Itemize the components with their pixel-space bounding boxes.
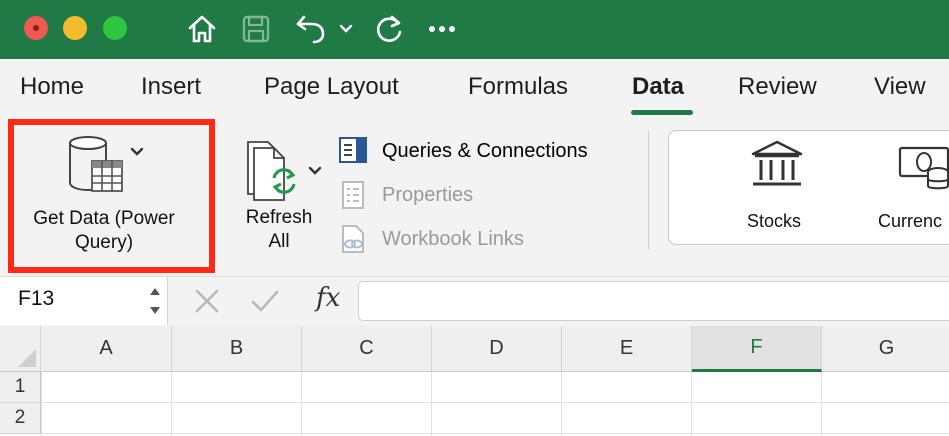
save-icon[interactable]: [238, 10, 274, 48]
fx-label: fx: [316, 283, 341, 313]
properties-icon: [338, 180, 368, 210]
undo-dropdown-chevron-down-icon[interactable]: [336, 10, 356, 48]
title-bar: [0, 0, 949, 59]
column-header-e[interactable]: E: [562, 326, 692, 372]
column-header-c[interactable]: C: [302, 326, 432, 372]
tab-view[interactable]: View: [874, 73, 926, 101]
worksheet-grid: A B C D E F G 1 2: [0, 326, 949, 436]
column-header-b[interactable]: B: [172, 326, 302, 372]
column-header-f[interactable]: F: [692, 326, 822, 372]
tab-review[interactable]: Review: [738, 73, 817, 101]
queries-pane-icon: [338, 136, 368, 166]
redo-icon[interactable]: [370, 10, 408, 48]
name-box-stepper-icon[interactable]: [148, 283, 162, 324]
window-close-button[interactable]: [24, 16, 48, 40]
undo-icon[interactable]: [292, 10, 330, 48]
name-box[interactable]: F13: [0, 277, 168, 325]
cells-area[interactable]: [41, 372, 949, 436]
window-minimize-button[interactable]: [63, 16, 87, 40]
name-box-value: F13: [18, 287, 55, 310]
workbook-links-label: Workbook Links: [382, 227, 524, 250]
queries-connections-label: Queries & Connections: [382, 139, 588, 162]
get-data-highlight-box: [8, 119, 215, 273]
tab-home[interactable]: Home: [20, 73, 84, 101]
currencies-button[interactable]: Currenc: [868, 138, 949, 238]
properties-button[interactable]: Properties: [338, 180, 473, 210]
bank-icon: [749, 138, 805, 195]
ribbon-tab-bar: Home Insert Page Layout Formulas Data Re…: [0, 59, 949, 117]
tab-insert[interactable]: Insert: [141, 73, 201, 101]
refresh-all-icon: [244, 138, 328, 211]
refresh-label-line2: All: [268, 231, 290, 252]
column-header-a[interactable]: A: [41, 326, 172, 372]
select-all-corner[interactable]: [0, 326, 41, 372]
stocks-label: Stocks: [747, 211, 802, 231]
ribbon-group-separator: [648, 130, 649, 250]
active-tab-indicator: [631, 110, 693, 115]
more-options-icon[interactable]: [424, 10, 460, 48]
formula-bar: F13 fx: [0, 276, 949, 326]
column-header-d[interactable]: D: [432, 326, 562, 372]
window-maximize-button[interactable]: [103, 16, 127, 40]
confirm-entry-icon[interactable]: [250, 288, 280, 319]
formula-input[interactable]: [358, 281, 949, 321]
refresh-label-line1: Refresh: [245, 207, 313, 228]
cancel-entry-icon[interactable]: [194, 288, 220, 319]
tab-formulas[interactable]: Formulas: [468, 73, 568, 101]
home-icon[interactable]: [184, 10, 220, 48]
queries-connections-button[interactable]: Queries & Connections: [338, 136, 588, 166]
workbook-links-button[interactable]: Workbook Links: [338, 224, 524, 254]
row-header-2[interactable]: 2: [0, 403, 41, 434]
currencies-label: Currenc: [878, 211, 943, 231]
refresh-all-button[interactable]: Refresh All: [232, 130, 328, 260]
insert-function-button[interactable]: fx: [316, 283, 340, 313]
column-header-g[interactable]: G: [822, 326, 949, 372]
tab-page-layout[interactable]: Page Layout: [264, 73, 399, 101]
tab-data[interactable]: Data: [632, 73, 684, 101]
properties-label: Properties: [382, 183, 474, 206]
currency-icon: [896, 142, 949, 199]
stocks-button[interactable]: Stocks: [735, 138, 819, 238]
workbook-links-icon: [338, 224, 368, 254]
row-header-1[interactable]: 1: [0, 372, 41, 403]
